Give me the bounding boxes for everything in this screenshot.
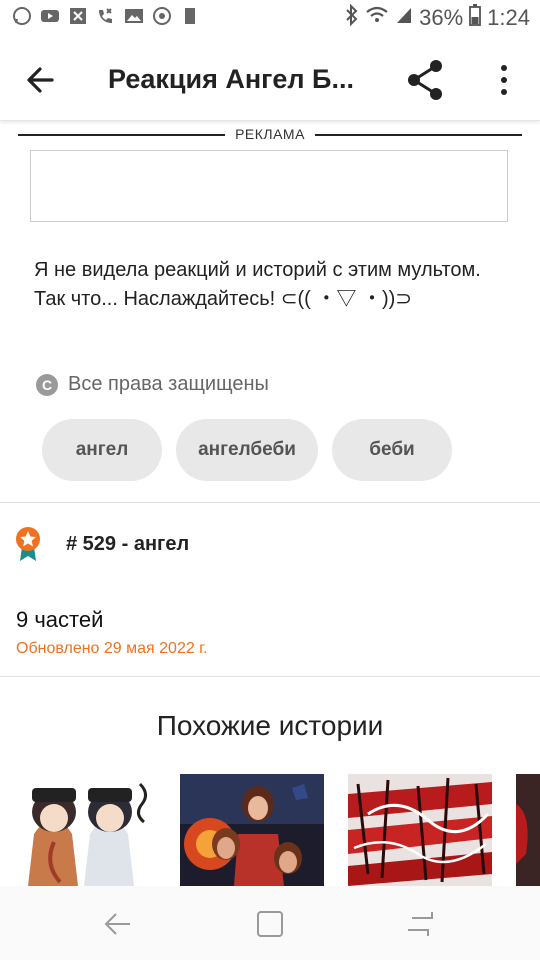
more-vertical-icon — [501, 65, 507, 95]
wifi-icon — [365, 5, 389, 31]
tag-chip[interactable]: ангелбеби — [176, 419, 318, 481]
youtube-icon — [40, 6, 60, 26]
notification-icons — [12, 6, 200, 26]
tag-list: ангел ангелбеби беби — [42, 419, 452, 481]
nav-recents-icon — [408, 912, 433, 936]
system-status: 36% 1:24 — [345, 3, 530, 32]
similar-stories-carousel[interactable] — [0, 774, 540, 886]
similar-stories-heading: Похожие истории — [156, 710, 384, 741]
x-close-icon — [68, 6, 88, 26]
clock: 1:24 — [487, 5, 530, 30]
ranking-row[interactable]: # 529 - ангел — [14, 525, 189, 563]
ad-label: РЕКЛАМА — [18, 126, 522, 142]
nav-home-button[interactable] — [250, 908, 290, 940]
section-divider — [0, 502, 540, 503]
story-title: Реакция Ангел Б... — [108, 64, 354, 94]
status-bar: 36% 1:24 — [0, 0, 540, 38]
copyright-icon: C — [36, 373, 58, 396]
image-icon — [124, 6, 144, 26]
medal-icon — [16, 527, 40, 561]
updated-date: Обновлено 29 мая 2022 г. — [16, 640, 208, 657]
bluetooth-icon — [345, 3, 359, 32]
target-icon — [152, 6, 172, 26]
share-button[interactable] — [402, 56, 450, 104]
battery-icon — [469, 4, 482, 32]
section-divider — [0, 676, 540, 677]
tag-chip[interactable]: беби — [332, 419, 452, 481]
tag-chip[interactable]: ангел — [42, 419, 162, 481]
cover-red-love-art[interactable] — [348, 774, 492, 886]
nav-back-icon — [104, 913, 130, 935]
cover-fire-heroes[interactable] — [180, 774, 324, 886]
whatsapp-icon — [12, 6, 32, 26]
copyright-row: C Все права защищены — [36, 373, 269, 396]
missed-call-icon — [96, 6, 116, 26]
ad-banner[interactable] — [30, 150, 508, 222]
ranking-text: # 529 - ангел — [66, 532, 190, 555]
nav-recents-button[interactable] — [400, 908, 440, 940]
sd-card-icon — [180, 6, 200, 26]
parts-count: 9 частей — [16, 607, 104, 632]
cover-anime-twins[interactable] — [14, 774, 156, 886]
more-options-button[interactable] — [488, 62, 520, 98]
share-icon — [408, 60, 442, 100]
back-button[interactable] — [22, 60, 62, 100]
story-description: Я не видела реакций и историй с этим мул… — [34, 259, 481, 310]
battery-percent: 36% — [419, 5, 464, 30]
nav-home-icon — [257, 911, 283, 937]
back-arrow-icon — [27, 67, 54, 93]
copyright-text: Все права защищены — [68, 373, 269, 395]
signal-icon — [395, 5, 413, 31]
app-toolbar: Реакция Ангел Б... — [0, 38, 540, 121]
cover-partial[interactable] — [516, 774, 540, 886]
system-navigation-bar — [0, 886, 540, 960]
nav-back-button[interactable] — [100, 908, 140, 940]
ad-header: РЕКЛАМА — [18, 124, 522, 146]
